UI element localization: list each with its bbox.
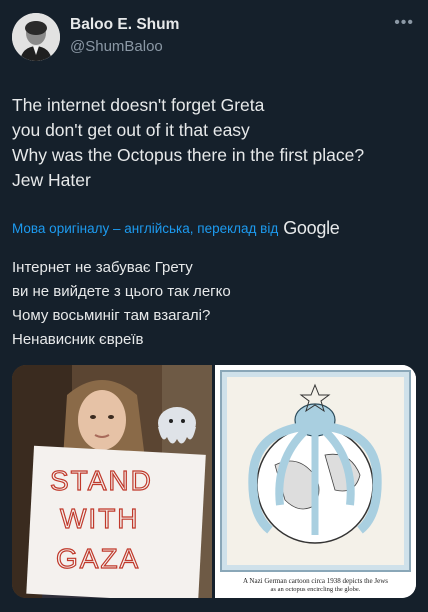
translated-line: Чому восьминіг там взагалі? (12, 307, 211, 324)
translation-note-text[interactable]: Мова оригіналу – англійська, переклад ві… (12, 221, 278, 236)
translated-text: Інтернет не забуває Грету ви не вийдете … (12, 256, 416, 352)
tweet-line: you don't get out of it that easy (12, 120, 250, 140)
translation-note[interactable]: Мова оригіналу – англійська, переклад ві… (12, 218, 340, 239)
photo-girl-with-sign: STAND WITH GAZA (12, 365, 212, 598)
tweet-line: The internet doesn't forget Greta (12, 95, 265, 115)
translated-line: Ненависник євреїв (12, 331, 144, 348)
translated-line: Інтернет не забуває Грету (12, 259, 193, 276)
avatar-image (12, 13, 60, 61)
google-logo: Google (283, 218, 340, 238)
cartoon-caption-line: A Nazi German cartoon circa 1938 depicts… (243, 577, 388, 585)
avatar[interactable] (12, 13, 60, 61)
photo-left[interactable]: STAND WITH GAZA (12, 365, 212, 598)
sign-line: GAZA (56, 543, 140, 574)
author-display-name[interactable]: Baloo E. Shum (70, 16, 179, 34)
tweet-line: Jew Hater (12, 170, 91, 190)
photo-right[interactable]: A Nazi German cartoon circa 1938 depicts… (215, 365, 416, 598)
translated-line: ви не вийдете з цього так легко (12, 283, 231, 300)
tweet-line: Why was the Octopus there in the first p… (12, 145, 365, 165)
author-handle[interactable]: @ShumBaloo (70, 38, 163, 55)
sign-line: WITH (60, 503, 140, 534)
sign-line: STAND (50, 465, 153, 496)
more-horizontal-icon[interactable]: ••• (394, 14, 414, 32)
cartoon-caption-line: as an octopus encircling the globe. (271, 586, 361, 593)
tweet-text: The internet doesn't forget Greta you do… (12, 93, 416, 193)
cartoon-octopus-globe: A Nazi German cartoon circa 1938 depicts… (215, 365, 416, 598)
tweet-media[interactable]: STAND WITH GAZA A Nazi German cartoon ci… (12, 365, 416, 598)
